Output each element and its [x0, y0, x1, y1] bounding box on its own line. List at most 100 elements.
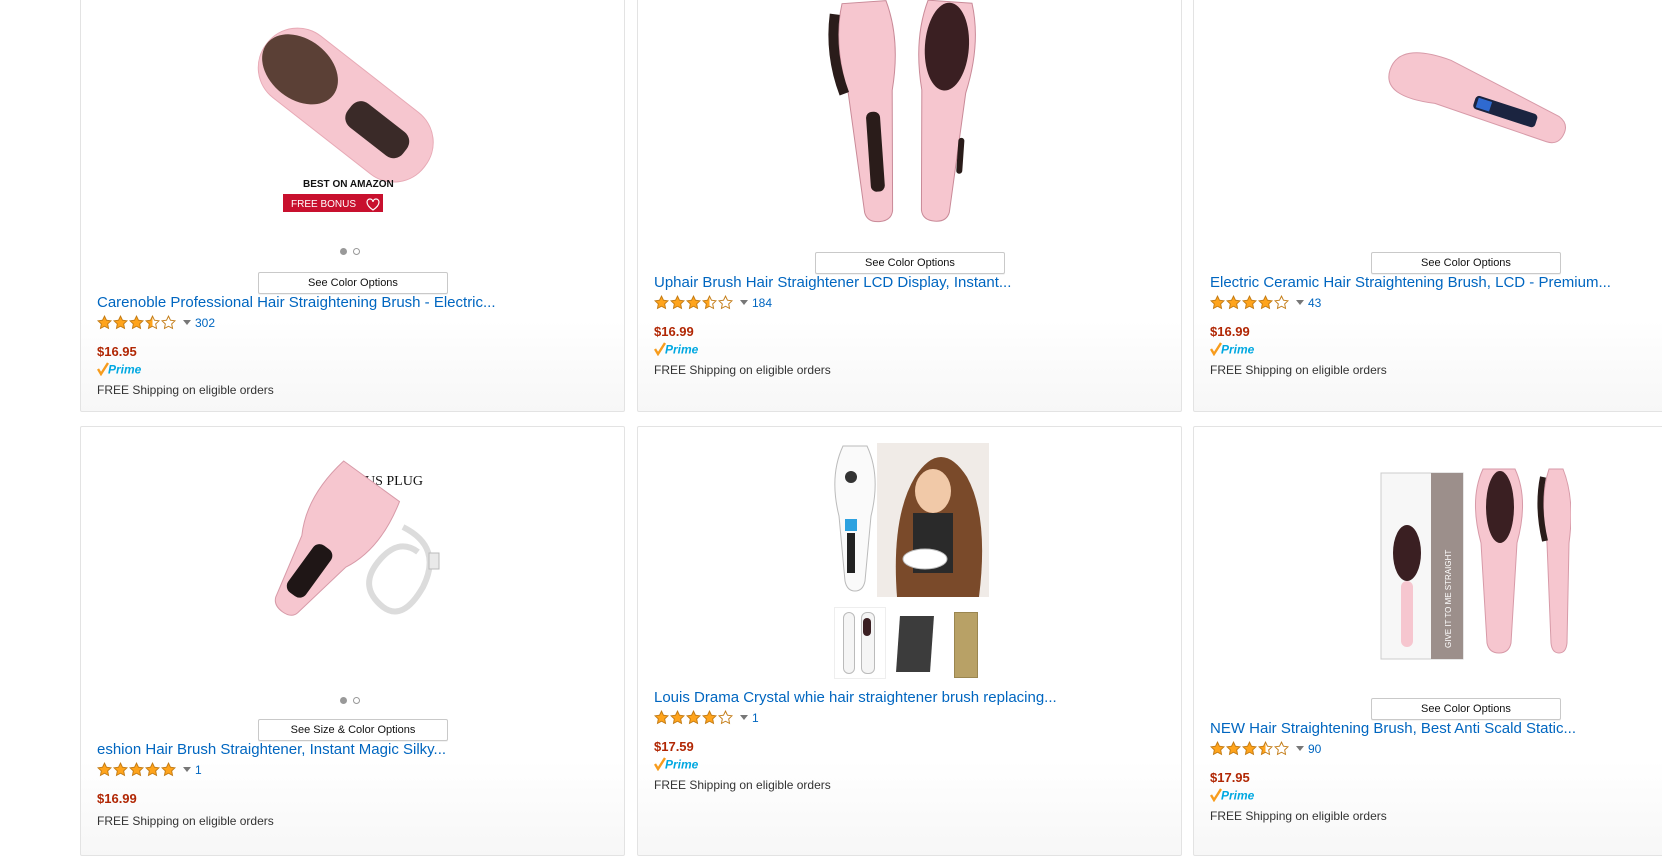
- product-image[interactable]: [638, 0, 1181, 237]
- prime-badge: Prime: [654, 342, 702, 356]
- star-icon: [145, 762, 160, 777]
- carousel-dots[interactable]: [340, 248, 360, 255]
- product-price[interactable]: $16.99: [1210, 324, 1250, 339]
- review-count[interactable]: 302: [195, 316, 215, 330]
- hair-brush-image: US PLUG: [274, 460, 439, 616]
- product-title[interactable]: Electric Ceramic Hair Straightening Brus…: [1210, 274, 1611, 291]
- star-icon: [97, 762, 112, 777]
- thumbnail[interactable]: [891, 608, 936, 678]
- product-title[interactable]: Louis Drama Crystal whie hair straighten…: [654, 689, 1057, 706]
- product-price[interactable]: $16.99: [654, 324, 694, 339]
- badge-top-text: BEST ON AMAZON: [303, 179, 394, 190]
- product-price[interactable]: $16.99: [97, 791, 137, 806]
- star-icon: [1210, 295, 1225, 310]
- hair-brush-image: GIVE IT TO ME STRAIGHT: [1380, 468, 1571, 660]
- star-icon: [686, 295, 701, 310]
- star-icon: [113, 762, 128, 777]
- prime-checkmark-icon: Prime: [654, 342, 699, 356]
- rating-dropdown-icon[interactable]: [183, 320, 191, 325]
- badge-bottom-text: FREE BONUS: [291, 199, 356, 210]
- carousel-dot[interactable]: [353, 248, 360, 255]
- star-icon: [1242, 295, 1257, 310]
- shipping-text: FREE Shipping on eligible orders: [1210, 809, 1387, 823]
- see-color-options-button[interactable]: See Color Options: [1371, 698, 1561, 720]
- review-count[interactable]: 1: [195, 763, 202, 777]
- product-image[interactable]: BEST ON AMAZON FREE BONUS: [81, 11, 624, 213]
- rating-dropdown-icon[interactable]: [740, 300, 748, 305]
- rating-stars[interactable]: [97, 315, 176, 330]
- review-count[interactable]: 1: [752, 711, 759, 725]
- rating-stars[interactable]: [1210, 741, 1289, 756]
- shipping-text: FREE Shipping on eligible orders: [97, 383, 274, 397]
- rating-stars[interactable]: [654, 710, 733, 725]
- star-icon: [718, 295, 733, 310]
- hair-brush-image: [833, 443, 989, 597]
- see-color-options-button[interactable]: See Color Options: [1371, 252, 1561, 274]
- star-icon: [702, 295, 717, 310]
- prime-badge: Prime: [97, 362, 145, 376]
- product-title[interactable]: eshion Hair Brush Straightener, Instant …: [97, 741, 446, 758]
- thumbnail[interactable]: [941, 608, 986, 678]
- product-card: GIVE IT TO ME STRAIGHT See Color Options…: [1193, 426, 1662, 856]
- hair-brush-image: [827, 0, 976, 223]
- star-icon: [702, 710, 717, 725]
- product-image[interactable]: [638, 441, 1181, 599]
- product-image[interactable]: [1194, 47, 1662, 177]
- review-count[interactable]: 184: [752, 296, 772, 310]
- carousel-dots[interactable]: [340, 697, 360, 704]
- product-card: See Color Options Electric Ceramic Hair …: [1193, 0, 1662, 412]
- rating-row: 302: [97, 315, 215, 330]
- product-price[interactable]: $17.95: [1210, 770, 1250, 785]
- review-count[interactable]: 90: [1308, 742, 1321, 756]
- carousel-dot[interactable]: [340, 248, 347, 255]
- star-icon: [129, 315, 144, 330]
- prime-checkmark-icon: Prime: [654, 757, 699, 771]
- star-icon: [1274, 741, 1289, 756]
- thumbnail[interactable]: [833, 607, 886, 679]
- rating-row: 1: [654, 710, 759, 725]
- prime-checkmark-icon: Prime: [1210, 342, 1255, 356]
- star-icon: [113, 315, 128, 330]
- star-icon: [654, 710, 669, 725]
- star-icon: [145, 315, 160, 330]
- product-price[interactable]: $17.59: [654, 739, 694, 754]
- product-title[interactable]: Carenoble Professional Hair Straightenin…: [97, 294, 496, 311]
- star-icon: [1210, 741, 1225, 756]
- product-title[interactable]: Uphair Brush Hair Straightener LCD Displ…: [654, 274, 1011, 291]
- see-color-options-button[interactable]: See Color Options: [258, 272, 448, 294]
- rating-row: 90: [1210, 741, 1321, 756]
- see-color-options-button[interactable]: See Color Options: [815, 252, 1005, 274]
- rating-dropdown-icon[interactable]: [740, 715, 748, 720]
- prime-label: Prime: [108, 363, 142, 377]
- star-icon: [161, 762, 176, 777]
- rating-stars[interactable]: [1210, 295, 1289, 310]
- star-icon: [1258, 741, 1273, 756]
- product-price[interactable]: $16.95: [97, 344, 137, 359]
- product-image[interactable]: US PLUG: [81, 457, 624, 637]
- star-icon: [670, 710, 685, 725]
- box-text: GIVE IT TO ME STRAIGHT: [1444, 550, 1453, 648]
- rating-dropdown-icon[interactable]: [1296, 300, 1304, 305]
- product-card: BEST ON AMAZON FREE BONUS See Color Opti…: [80, 0, 625, 412]
- product-title[interactable]: NEW Hair Straightening Brush, Best Anti …: [1210, 720, 1576, 737]
- rating-dropdown-icon[interactable]: [1296, 746, 1304, 751]
- star-icon: [1226, 741, 1241, 756]
- review-count[interactable]: 43: [1308, 296, 1321, 310]
- star-icon: [1242, 741, 1257, 756]
- prime-badge: Prime: [1210, 342, 1258, 356]
- product-image[interactable]: GIVE IT TO ME STRAIGHT: [1194, 463, 1662, 669]
- star-icon: [718, 710, 733, 725]
- star-icon: [129, 762, 144, 777]
- shipping-text: FREE Shipping on eligible orders: [97, 814, 274, 828]
- product-card: See Color Options Uphair Brush Hair Stra…: [637, 0, 1182, 412]
- carousel-dot[interactable]: [353, 697, 360, 704]
- shipping-text: FREE Shipping on eligible orders: [1210, 363, 1387, 377]
- carousel-dot[interactable]: [340, 697, 347, 704]
- star-icon: [1274, 295, 1289, 310]
- rating-dropdown-icon[interactable]: [183, 767, 191, 772]
- rating-stars[interactable]: [97, 762, 176, 777]
- see-size-color-options-button[interactable]: See Size & Color Options: [258, 719, 448, 741]
- product-card: Louis Drama Crystal whie hair straighten…: [637, 426, 1182, 856]
- shipping-text: FREE Shipping on eligible orders: [654, 363, 831, 377]
- rating-stars[interactable]: [654, 295, 733, 310]
